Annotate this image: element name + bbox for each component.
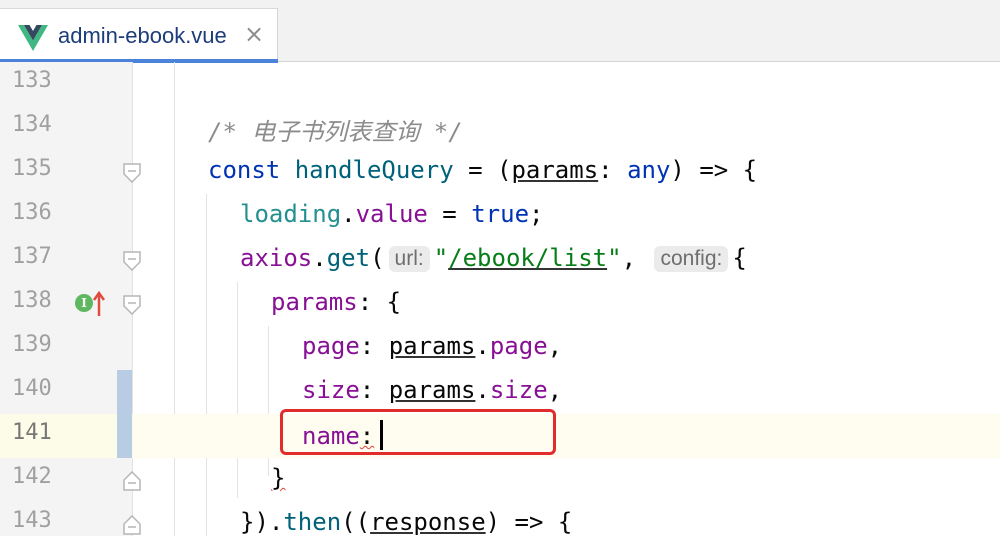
code-line-135[interactable]: 135 const handleQuery = (params: any) =>… — [0, 150, 1000, 194]
fold-icon[interactable] — [123, 295, 141, 315]
fold-icon[interactable] — [123, 515, 141, 535]
code-line-136[interactable]: 136 loading.value = true; — [0, 194, 1000, 238]
code-line-133[interactable]: 133 — [0, 62, 1000, 106]
close-icon[interactable]: × — [244, 20, 264, 48]
code-line-143[interactable]: 143 }).then((response) => { — [0, 502, 1000, 546]
code-text: const handleQuery = (params: any) => { — [208, 156, 758, 184]
code-line-142[interactable]: 142 } — [0, 458, 1000, 502]
code-line-134[interactable]: 134 /* 电子书列表查询 */ — [0, 106, 1000, 150]
line-number: 137 — [12, 244, 52, 269]
line-number: 139 — [12, 332, 52, 357]
code-editor[interactable]: 133 134 /* 电子书列表查询 */ 135 const handleQu… — [0, 62, 1000, 536]
code-text: }).then((response) => { — [240, 508, 573, 536]
code-line-137[interactable]: 137 axios.get(url: "/ebook/list", config:… — [0, 238, 1000, 282]
vcs-change-marker[interactable] — [117, 370, 132, 414]
line-number: 133 — [12, 68, 52, 93]
vue-logo-icon — [18, 25, 48, 51]
line-number: 143 — [12, 508, 52, 533]
tab-admin-ebook[interactable]: admin-ebook.vue × — [0, 8, 278, 63]
code-text: axios.get(url: "/ebook/list", config:{ — [240, 244, 747, 272]
param-hint-config: config: — [654, 246, 729, 272]
comment-text: /* 电子书列表查询 */ — [208, 118, 463, 146]
code-text: loading.value = true; — [240, 200, 544, 228]
line-number: 140 — [12, 376, 52, 401]
up-arrow-icon[interactable] — [93, 291, 105, 317]
code-text: size: params.size, — [302, 376, 563, 404]
line-number: 136 — [12, 200, 52, 225]
code-text: page: params.page, — [302, 332, 563, 360]
fold-icon[interactable] — [123, 163, 141, 183]
code-text: } — [271, 464, 286, 492]
code-line-139[interactable]: 139 page: params.page, — [0, 326, 1000, 370]
vcs-change-marker[interactable] — [117, 414, 132, 458]
line-number: 138 — [12, 288, 52, 313]
line-number: 135 — [12, 156, 52, 181]
highlight-annotation-box — [280, 409, 556, 455]
code-text: params: { — [271, 288, 402, 316]
param-hint-url: url: — [388, 246, 430, 272]
fold-end-icon[interactable] — [123, 471, 141, 491]
line-number: 141 — [12, 420, 52, 445]
code-line-138[interactable]: 138 I params: { — [0, 282, 1000, 326]
fold-icon[interactable] — [123, 251, 141, 271]
tab-title: admin-ebook.vue — [58, 23, 227, 48]
implement-marker-icon[interactable]: I — [75, 294, 93, 312]
line-number: 142 — [12, 464, 52, 489]
code-line-140[interactable]: 140 size: params.size, — [0, 370, 1000, 414]
line-number: 134 — [12, 112, 52, 137]
editor-tab-bar: admin-ebook.vue × — [0, 0, 1000, 63]
